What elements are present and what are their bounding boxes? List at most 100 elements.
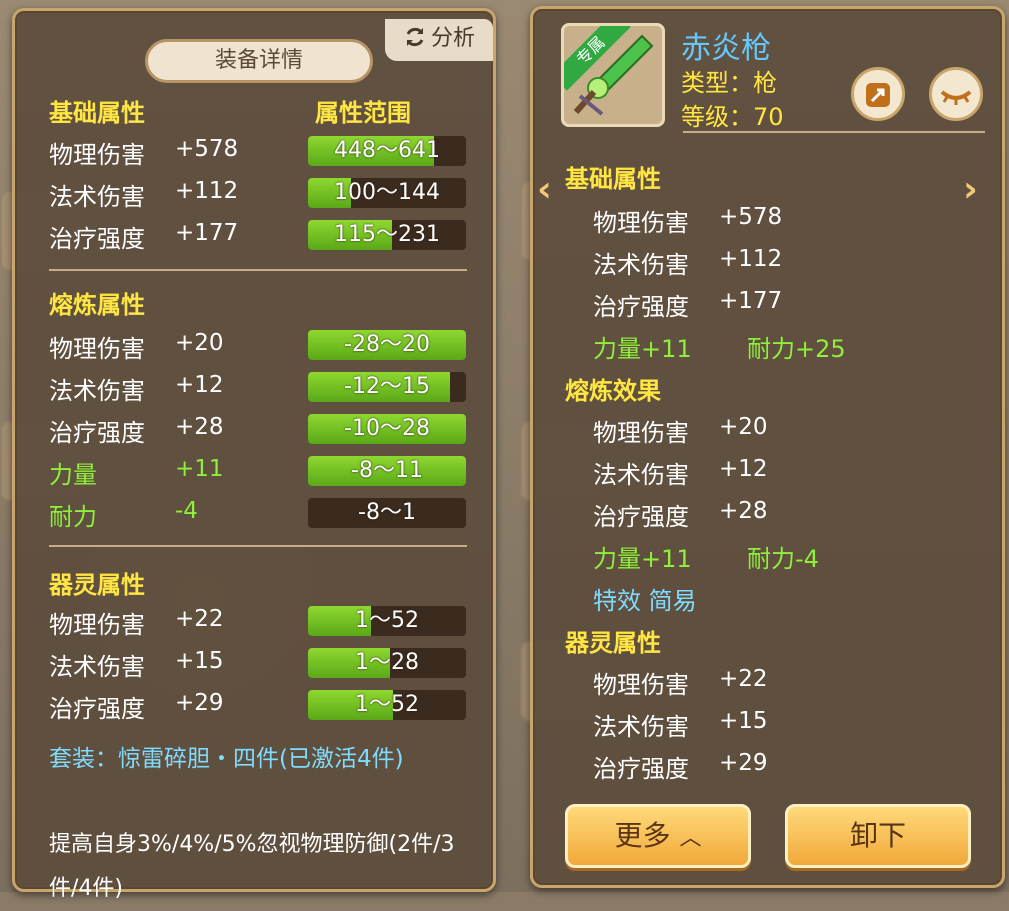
analyze-button[interactable]: 分析 xyxy=(385,19,493,61)
range-bar: -8～11 xyxy=(308,456,466,486)
hide-button[interactable] xyxy=(929,67,983,121)
range-text: 448～641 xyxy=(334,138,440,163)
divider xyxy=(683,131,985,133)
range-text: 115～231 xyxy=(334,222,440,247)
item-attr-value: +22 xyxy=(719,666,768,692)
range-bar: 1～52 xyxy=(308,690,466,720)
range-text: 1～52 xyxy=(355,692,419,717)
chevron-up-icon: ︿ xyxy=(679,826,702,851)
range-bar: -10～28 xyxy=(308,414,466,444)
item-attr-label: 治疗强度 xyxy=(593,503,689,531)
item-base-header: 基础属性 xyxy=(565,165,661,193)
item-attr-label: 法术伤害 xyxy=(593,251,689,279)
item-attr-label: 治疗强度 xyxy=(593,293,689,321)
range-header: 属性范围 xyxy=(315,99,411,127)
analyze-label: 分析 xyxy=(430,26,475,51)
item-icon-slot[interactable]: 专属 xyxy=(561,23,665,127)
attr-label: 物理伤害 xyxy=(49,141,145,169)
share-button[interactable] xyxy=(851,67,905,121)
item-attr-label: 物理伤害 xyxy=(593,419,689,447)
item-attr-value: +177 xyxy=(719,288,783,314)
suit-set-text: 套装：惊雷碎胆・四件(已激活4件) xyxy=(49,746,404,772)
item-attr-label: 法术伤害 xyxy=(593,461,689,489)
share-icon xyxy=(866,83,890,107)
panel-title: 装备详情 xyxy=(145,39,373,83)
item-smelt-header: 熔炼效果 xyxy=(565,377,661,405)
more-button[interactable]: 更多 ︿ xyxy=(565,804,751,868)
attr-label: 法术伤害 xyxy=(49,377,145,405)
item-spirit-header: 器灵属性 xyxy=(565,629,661,657)
eye-closed-icon xyxy=(940,90,972,105)
smelt-attr-header: 熔炼属性 xyxy=(49,291,145,319)
attr-label: 法术伤害 xyxy=(49,183,145,211)
attr-label: 治疗强度 xyxy=(49,419,145,447)
attr-value: +22 xyxy=(175,606,224,632)
attr-value: +11 xyxy=(175,456,224,482)
range-bar: -28～20 xyxy=(308,330,466,360)
attr-label: 物理伤害 xyxy=(49,335,145,363)
divider xyxy=(49,545,467,547)
item-attr-value: +578 xyxy=(719,204,783,230)
item-base-strength: 力量+11 xyxy=(593,335,692,363)
item-smelt-stamina: 耐力-4 xyxy=(747,545,819,573)
range-text: -28～20 xyxy=(344,332,430,357)
item-attr-label: 治疗强度 xyxy=(593,755,689,783)
item-attr-value: +112 xyxy=(719,246,783,272)
attr-value: +29 xyxy=(175,690,224,716)
item-attr-value: +29 xyxy=(719,750,768,776)
attr-value: -4 xyxy=(175,498,198,524)
range-bar: 100～144 xyxy=(308,178,466,208)
attr-label: 法术伤害 xyxy=(49,653,145,681)
range-bar: -8～1 xyxy=(308,498,466,528)
range-bar: 115～231 xyxy=(308,220,466,250)
range-text: -8～1 xyxy=(358,500,416,525)
range-text: 1～28 xyxy=(355,650,419,675)
spear-icon xyxy=(573,34,654,116)
range-text: 1～52 xyxy=(355,608,419,633)
item-attr-value: +15 xyxy=(719,708,768,734)
unequip-button[interactable]: 卸下 xyxy=(785,804,971,868)
attr-value: +578 xyxy=(175,136,239,162)
attr-value: +15 xyxy=(175,648,224,674)
item-smelt-strength: 力量+11 xyxy=(593,545,692,573)
spirit-attr-header: 器灵属性 xyxy=(49,571,145,599)
item-attr-value: +20 xyxy=(719,414,768,440)
item-attr-label: 物理伤害 xyxy=(593,671,689,699)
attr-value: +12 xyxy=(175,372,224,398)
prev-arrow-icon[interactable]: ‹ xyxy=(537,169,552,210)
base-attr-header: 基础属性 xyxy=(49,99,145,127)
attr-value: +28 xyxy=(175,414,224,440)
range-text: -8～11 xyxy=(351,458,423,483)
equipment-detail-panel: 装备详情 分析 基础属性 属性范围 物理伤害 +578 448～641 法术伤害 +11… xyxy=(12,8,496,901)
range-bar: -12～15 xyxy=(308,372,466,402)
item-type: 类型：枪 xyxy=(681,69,777,97)
next-arrow-icon[interactable]: › xyxy=(963,169,978,210)
item-attr-value: +12 xyxy=(719,456,768,482)
attr-value: +112 xyxy=(175,178,239,204)
range-bar: 448～641 xyxy=(308,136,466,166)
item-attr-label: 物理伤害 xyxy=(593,209,689,237)
attr-label: 治疗强度 xyxy=(49,695,145,723)
range-text: -12～15 xyxy=(344,374,430,399)
attr-label: 耐力 xyxy=(49,503,97,531)
item-name: 赤炎枪 xyxy=(681,31,771,66)
item-attr-value: +28 xyxy=(719,498,768,524)
refresh-icon xyxy=(406,27,424,47)
attr-label: 力量 xyxy=(49,461,97,489)
range-text: 100～144 xyxy=(334,180,440,205)
range-text: -10～28 xyxy=(344,416,430,441)
attr-value: +20 xyxy=(175,330,224,356)
attr-label: 治疗强度 xyxy=(49,225,145,253)
attr-value: +177 xyxy=(175,220,239,246)
range-bar: 1～52 xyxy=(308,606,466,636)
item-special-effect: 特效 简易 xyxy=(593,587,697,615)
item-tooltip-panel: 专属 赤炎枪 类型：枪 等级：70 ‹ › 基础属性 物理伤害 +578 法术伤害 +… xyxy=(530,6,1005,888)
suit-effect-text: 提高自身3%/4%/5%忽视物理防御(2件/3件/4件) xyxy=(49,832,455,901)
divider xyxy=(49,269,467,271)
range-bar: 1～28 xyxy=(308,648,466,678)
attr-label: 物理伤害 xyxy=(49,611,145,639)
item-level: 等级：70 xyxy=(681,103,784,131)
item-attr-label: 法术伤害 xyxy=(593,713,689,741)
more-label: 更多 xyxy=(614,819,671,852)
item-base-stamina: 耐力+25 xyxy=(747,335,846,363)
